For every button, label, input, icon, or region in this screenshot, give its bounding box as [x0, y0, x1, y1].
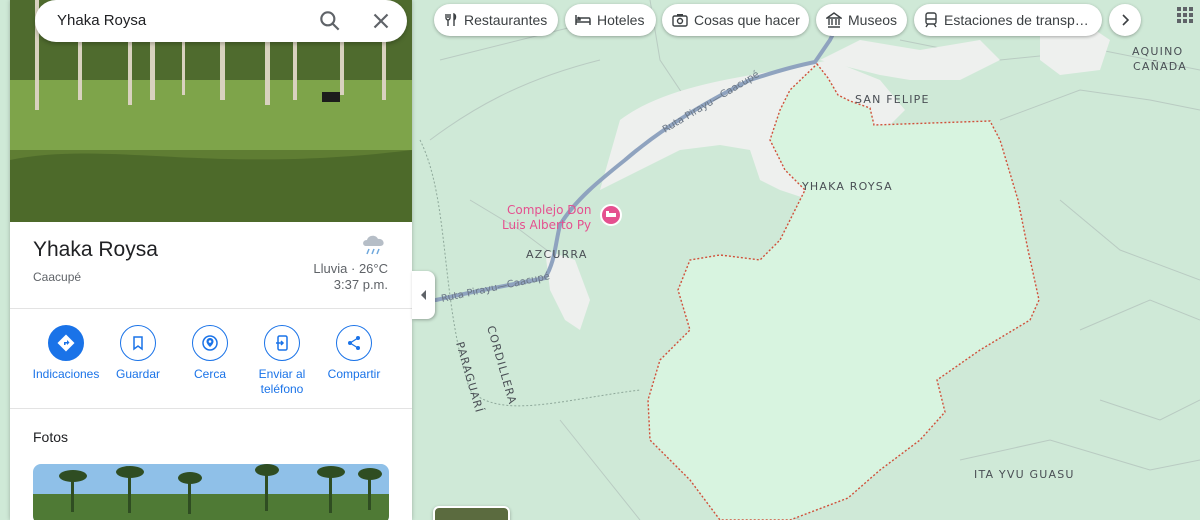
rain-weather-icon [363, 235, 384, 255]
photos-heading: Fotos [33, 429, 69, 445]
chip-hotels-label: Hoteles [597, 12, 645, 28]
nearby-button[interactable]: Cerca [173, 325, 247, 382]
chip-hotels[interactable]: Hoteles [565, 4, 656, 36]
place-title: Yhaka Roysa [33, 238, 158, 261]
directions-button[interactable]: Indicaciones [29, 325, 103, 382]
weather-summary: Lluvia · 26°C [313, 261, 388, 276]
hotel-poi-icon[interactable] [600, 204, 622, 226]
chevron-right-icon [1122, 14, 1129, 26]
map-label-canada: CAÑADA [1133, 60, 1187, 73]
divider [10, 408, 412, 409]
chip-restaurants-label: Restaurantes [464, 12, 548, 28]
camera-icon [672, 14, 688, 27]
chip-things-to-do[interactable]: Cosas que hacer [662, 4, 809, 36]
map-label-ita-yvu-guasu: ITA YVU GUASU [974, 468, 1075, 481]
chip-transit[interactable]: Estaciones de transp… [914, 4, 1102, 36]
restaurant-icon [445, 13, 457, 26]
transit-icon [925, 12, 937, 28]
bookmark-icon [133, 336, 143, 351]
nearby-icon [202, 335, 218, 351]
share-button[interactable]: Compartir [317, 325, 391, 382]
map-label-aquino: AQUINO [1132, 45, 1183, 58]
photo-thumbnail[interactable] [33, 464, 389, 520]
chip-things-to-do-label: Cosas que hacer [694, 12, 800, 28]
map-label-azcurra: AZCURRA [526, 248, 588, 261]
share-icon [348, 336, 360, 350]
hotel-icon [575, 15, 591, 25]
search-bar [35, 0, 407, 42]
chevron-left-icon [420, 290, 426, 300]
museum-icon [826, 12, 842, 28]
chip-museums[interactable]: Museos [816, 4, 907, 36]
chip-restaurants[interactable]: Restaurantes [434, 4, 558, 36]
divider [10, 308, 412, 309]
poi-label-line2: Luis Alberto Py [502, 218, 591, 232]
share-label: Compartir [327, 367, 381, 381]
close-icon[interactable] [368, 8, 394, 34]
save-button[interactable]: Guardar [101, 325, 175, 382]
apps-grid-icon[interactable] [1176, 6, 1194, 24]
chip-museums-label: Museos [848, 12, 898, 28]
directions-label: Indicaciones [32, 367, 100, 381]
search-input[interactable] [57, 0, 307, 40]
chip-transit-label: Estaciones de transp… [944, 12, 1089, 28]
nearby-label: Cerca [193, 367, 226, 381]
directions-icon [57, 334, 75, 352]
send-to-phone-button[interactable]: Enviar al teléfono [245, 325, 319, 397]
map-label-yhaka-roysa: YHAKA ROYSA [801, 180, 893, 193]
collapse-panel-button[interactable] [412, 271, 435, 319]
search-icon[interactable] [317, 8, 343, 34]
local-time: 3:37 p.m. [333, 277, 388, 292]
place-panel: Yhaka Roysa Caacupé Lluvia · 26°C 3:37 p… [10, 0, 412, 520]
save-label: Guardar [115, 367, 161, 381]
send-to-phone-icon [276, 335, 288, 351]
send-to-phone-label: Enviar al teléfono [258, 367, 306, 396]
place-subtitle: Caacupé [33, 270, 82, 284]
chips-next-button[interactable] [1109, 4, 1141, 36]
poi-label-line1: Complejo Don [507, 203, 591, 217]
map-label-san-felipe: SAN FELIPE [855, 93, 930, 106]
layers-toggle[interactable] [433, 506, 510, 520]
